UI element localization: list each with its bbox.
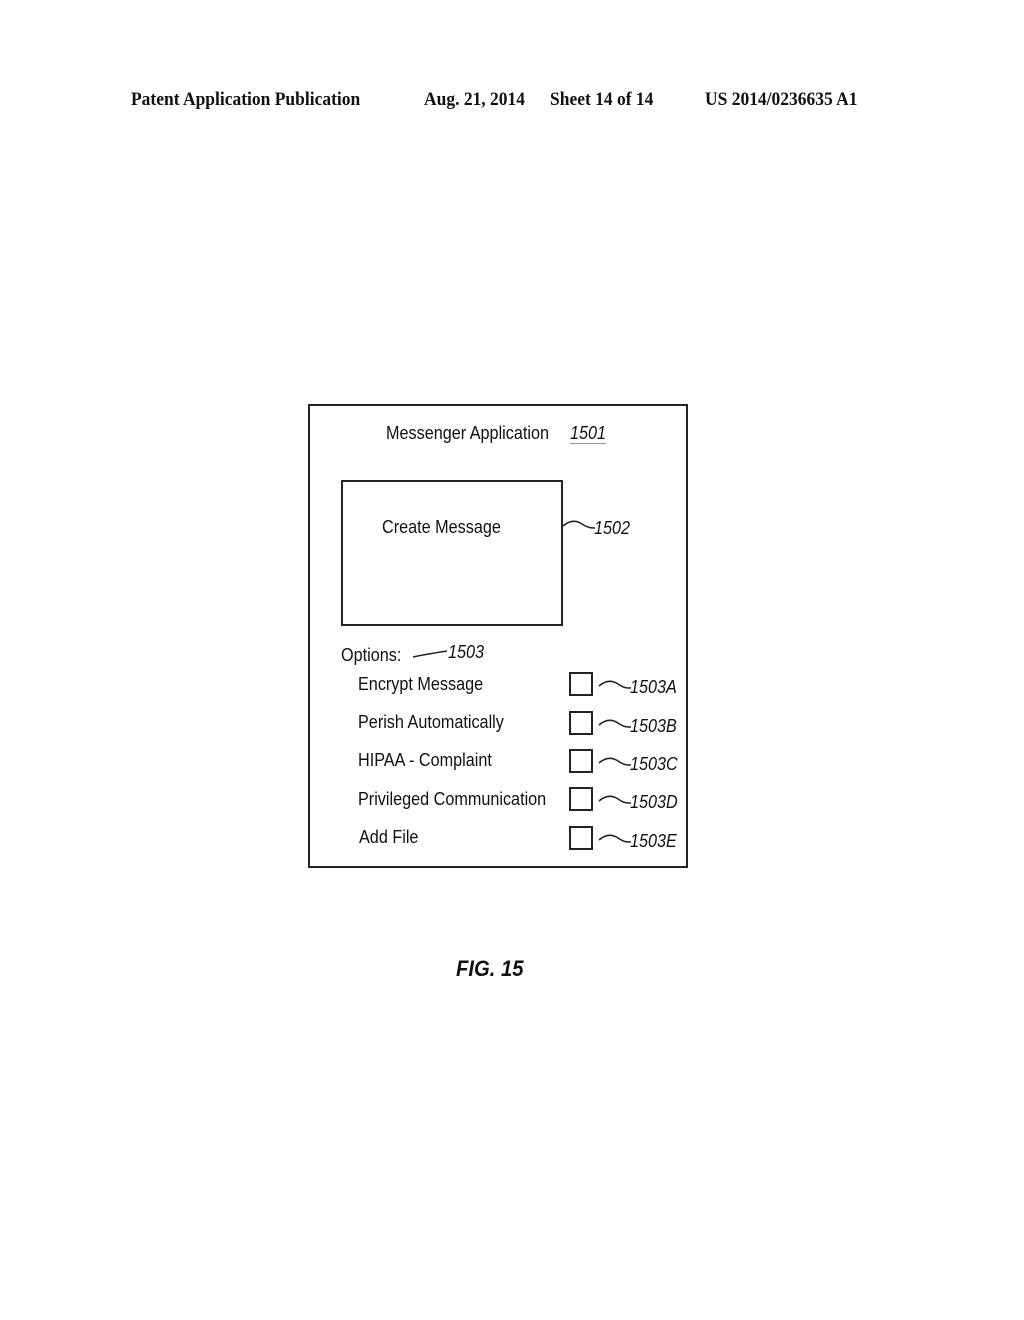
- option-checkbox[interactable]: [569, 711, 593, 735]
- option-ref-numeral: 1503B: [630, 716, 677, 736]
- option-checkbox[interactable]: [569, 749, 593, 773]
- publication-label: Patent Application Publication: [131, 89, 361, 110]
- option-checkbox[interactable]: [569, 672, 593, 696]
- option-label: Encrypt Message: [358, 674, 484, 694]
- create-message-box[interactable]: [341, 480, 563, 626]
- option-ref-numeral: 1503C: [630, 754, 678, 774]
- figure-caption: FIG. 15: [456, 956, 524, 981]
- option-checkbox[interactable]: [569, 787, 593, 811]
- option-ref-numeral: 1503E: [630, 831, 677, 851]
- create-message-ref-numeral: 1502: [594, 518, 631, 538]
- sheet-number: Sheet 14 of 14: [550, 89, 654, 110]
- app-title: Messenger Application: [386, 423, 549, 443]
- publication-date: Aug. 21, 2014: [424, 89, 526, 110]
- leader-line: [598, 680, 632, 689]
- leader-line-1503: [412, 650, 448, 658]
- options-label: Options:: [341, 645, 402, 665]
- option-checkbox[interactable]: [569, 826, 593, 850]
- leader-line: [598, 719, 632, 728]
- leader-line: [598, 795, 632, 804]
- options-ref-numeral: 1503: [448, 642, 485, 662]
- create-message-label: Create Message: [382, 517, 501, 537]
- option-label: HIPAA - Complaint: [358, 750, 492, 770]
- patent-number: US 2014/0236635 A1: [705, 89, 858, 110]
- leader-line: [598, 834, 632, 843]
- leader-line: [598, 757, 632, 766]
- app-ref-numeral: 1501: [570, 423, 607, 444]
- leader-line-1502: [562, 520, 596, 529]
- option-ref-numeral: 1503D: [630, 792, 678, 812]
- option-label: Privileged Communication: [358, 789, 547, 809]
- option-label: Perish Automatically: [358, 712, 504, 732]
- option-ref-numeral: 1503A: [630, 677, 677, 697]
- option-label: Add File: [359, 827, 419, 847]
